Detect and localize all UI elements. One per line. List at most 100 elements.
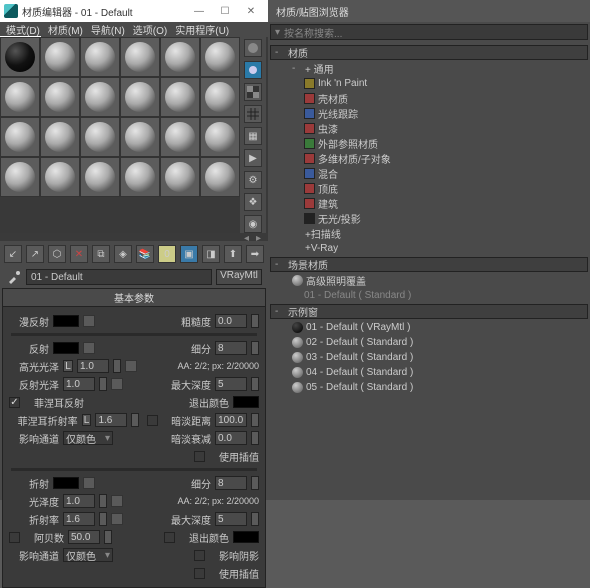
tree-item[interactable]: Ink 'n Paint (270, 76, 588, 91)
sample-slot[interactable] (40, 37, 80, 77)
affectshadow-checkbox[interactable] (194, 550, 205, 561)
spinner[interactable] (99, 494, 107, 508)
close-button[interactable]: ✕ (238, 0, 264, 22)
tree-item[interactable]: 04 - Default ( Standard ) (270, 365, 588, 380)
spinner[interactable] (131, 413, 139, 427)
preview-button[interactable]: ▶ (244, 149, 262, 167)
reflgloss-input[interactable] (63, 377, 95, 391)
go-forward-button[interactable]: ➡ (246, 245, 264, 263)
reflect-swatch[interactable] (53, 342, 79, 354)
diffuse-swatch[interactable] (53, 315, 79, 327)
ior-input[interactable] (63, 512, 95, 526)
sample-slot[interactable] (40, 77, 80, 117)
lock-l2[interactable]: L (82, 414, 92, 426)
spinner[interactable] (251, 341, 259, 355)
material-map-nav-button[interactable]: ◉ (244, 215, 262, 233)
make-unique-button[interactable]: ◈ (114, 245, 132, 263)
spinner[interactable] (251, 476, 259, 490)
tree-item[interactable]: 光线跟踪 (270, 106, 588, 121)
sample-slot[interactable] (160, 37, 200, 77)
refract-map-button[interactable] (83, 477, 95, 489)
sample-slot[interactable] (80, 77, 120, 117)
background-button[interactable] (244, 83, 262, 101)
sample-slot[interactable] (0, 37, 40, 77)
tree-item[interactable]: 03 - Default ( Standard ) (270, 350, 588, 365)
tree-item[interactable]: 顶底 (270, 181, 588, 196)
tree-node[interactable]: -+ 通用 (270, 61, 588, 76)
get-material-button[interactable]: ↙ (4, 245, 22, 263)
tree-group-scene[interactable]: -场景材质 (270, 257, 588, 272)
dimdist-input[interactable] (215, 413, 247, 427)
sample-slot[interactable] (0, 77, 40, 117)
useinterp-checkbox[interactable] (194, 451, 205, 462)
video-check-button[interactable]: ▦ (244, 127, 262, 145)
spinner[interactable] (251, 512, 259, 526)
put-to-library-button[interactable]: 📚 (136, 245, 154, 263)
spinner[interactable] (251, 413, 259, 427)
refract-swatch[interactable] (53, 477, 79, 489)
assign-button[interactable]: ⬡ (48, 245, 66, 263)
sample-slot[interactable] (0, 117, 40, 157)
rollup-basic-header[interactable]: 基本参数 (3, 289, 265, 307)
reflect-map-button[interactable] (83, 342, 95, 354)
show-map-button[interactable]: ▣ (180, 245, 198, 263)
sample-slot[interactable] (200, 157, 240, 197)
sample-slot[interactable] (80, 117, 120, 157)
exitcolor2-swatch[interactable] (233, 531, 259, 543)
sample-slot[interactable] (120, 117, 160, 157)
menu-utilities[interactable]: 实用程序(U) (175, 22, 229, 37)
select-by-material-button[interactable]: ❖ (244, 193, 262, 211)
sample-slot[interactable] (200, 117, 240, 157)
tree-item[interactable]: 多维材质/子对象 (270, 151, 588, 166)
sample-slot[interactable] (120, 157, 160, 197)
glossiness-map-button[interactable] (111, 495, 123, 507)
spinner[interactable] (251, 314, 259, 328)
tree-item[interactable]: 外部参照材质 (270, 136, 588, 151)
tree-item[interactable]: 05 - Default ( Standard ) (270, 380, 588, 395)
spinner[interactable] (99, 377, 107, 391)
menu-mode[interactable]: 模式(D) (6, 22, 40, 37)
sample-slot[interactable] (80, 157, 120, 197)
tree-node[interactable]: +扫描线 (270, 226, 588, 241)
tree-item[interactable]: 壳材质 (270, 91, 588, 106)
sample-type-button[interactable] (244, 39, 262, 57)
sample-slot[interactable] (0, 157, 40, 197)
tree-item[interactable]: 建筑 (270, 196, 588, 211)
eyedropper-icon[interactable] (6, 269, 22, 285)
spinner[interactable] (251, 431, 259, 445)
spinner[interactable] (251, 377, 259, 391)
affectchan-dropdown[interactable]: 仅颜色 (63, 431, 113, 445)
minimize-button[interactable]: — (186, 0, 212, 22)
tree-item[interactable]: 虫漆 (270, 121, 588, 136)
glossiness-input[interactable] (63, 494, 95, 508)
material-name-input[interactable] (26, 269, 212, 285)
sample-slot[interactable] (200, 37, 240, 77)
spinner[interactable] (113, 359, 121, 373)
maxdepth-input[interactable] (215, 377, 247, 391)
menu-material[interactable]: 材质(M) (48, 22, 83, 37)
backlight-button[interactable] (244, 61, 262, 79)
fresnel-checkbox[interactable]: ✓ (9, 397, 20, 408)
menu-nav[interactable]: 导航(N) (91, 22, 125, 37)
tree-item[interactable]: 02 - Default ( Standard ) (270, 335, 588, 350)
exitcolor2-checkbox[interactable] (164, 532, 175, 543)
sample-slot[interactable] (40, 157, 80, 197)
sample-slot[interactable] (80, 37, 120, 77)
tree-item[interactable]: 高级照明覆盖 (270, 273, 588, 288)
uv-tile-button[interactable] (244, 105, 262, 123)
sample-slot[interactable] (120, 77, 160, 117)
subdiv-input[interactable] (215, 341, 247, 355)
material-id-button[interactable]: 0 (158, 245, 176, 263)
options-button[interactable]: ⚙ (244, 171, 262, 189)
sample-slot[interactable] (160, 157, 200, 197)
abbe-input[interactable] (68, 530, 100, 544)
tree-group-materials[interactable]: -材质 (270, 45, 588, 60)
sample-slot[interactable] (160, 117, 200, 157)
tree-group-samples[interactable]: -示例窗 (270, 304, 588, 319)
search-input[interactable]: ▾ 按名称搜索... (270, 24, 588, 40)
lock-l[interactable]: L (63, 360, 73, 372)
dimdist-checkbox[interactable] (147, 415, 158, 426)
ior-map-button[interactable] (111, 513, 123, 525)
useinterp2-checkbox[interactable] (194, 568, 205, 579)
maxdepth2-input[interactable] (215, 512, 247, 526)
